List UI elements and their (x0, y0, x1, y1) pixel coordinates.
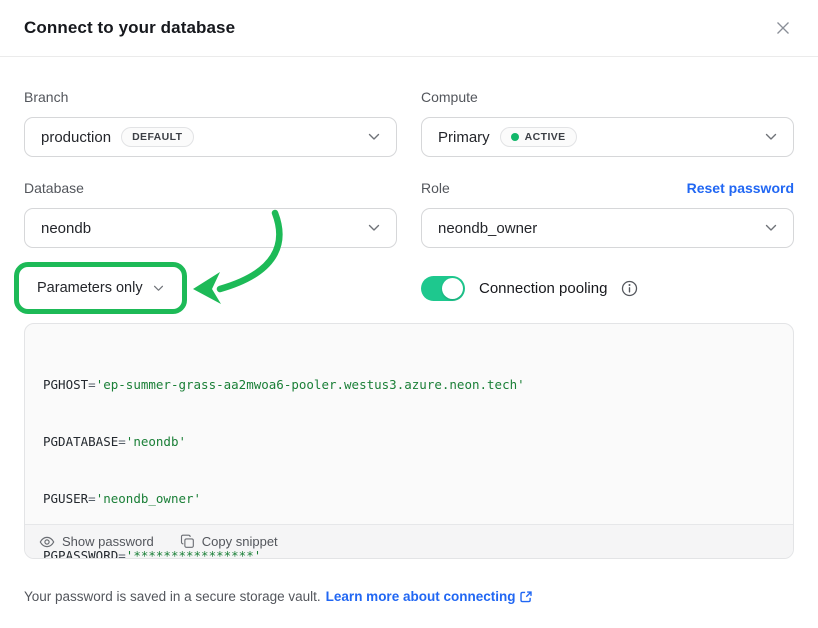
branch-field: Branch production DEFAULT (24, 89, 397, 157)
role-select[interactable]: neondb_owner (421, 208, 794, 248)
role-field: Role Reset password neondb_owner (421, 180, 794, 248)
compute-field: Compute Primary ACTIVE (421, 89, 794, 157)
active-status-dot (511, 133, 519, 141)
compute-select[interactable]: Primary ACTIVE (421, 117, 794, 157)
compute-label: Compute (421, 89, 794, 105)
database-value: neondb (41, 220, 91, 237)
chevron-down-icon (368, 224, 380, 232)
copy-icon (180, 534, 195, 549)
copy-snippet-button[interactable]: Copy snippet (180, 534, 278, 549)
snippet-format-select[interactable]: Parameters only (22, 270, 179, 306)
snippet-code: PGHOST='ep-summer-grass-aa2mwoa6-pooler.… (25, 324, 793, 524)
code-line: PGDATABASE='neondb' (43, 432, 775, 451)
close-icon (775, 20, 791, 36)
dialog-body: Branch production DEFAULT Compute Primar… (0, 57, 818, 604)
eye-icon (39, 534, 55, 550)
show-password-button[interactable]: Show password (39, 534, 154, 550)
info-icon[interactable] (621, 280, 638, 297)
chevron-down-icon (765, 133, 777, 141)
connection-pooling-row: Connection pooling (421, 276, 794, 301)
security-note: Your password is saved in a secure stora… (24, 589, 794, 604)
annotation-highlight-box: Parameters only (14, 262, 187, 314)
code-line: PGHOST='ep-summer-grass-aa2mwoa6-pooler.… (43, 375, 775, 394)
connection-snippet: PGHOST='ep-summer-grass-aa2mwoa6-pooler.… (24, 323, 794, 559)
chevron-down-icon (153, 285, 164, 292)
toggle-knob (442, 278, 463, 299)
database-select[interactable]: neondb (24, 208, 397, 248)
active-badge: ACTIVE (500, 127, 577, 147)
close-button[interactable] (772, 17, 794, 39)
security-note-text: Your password is saved in a secure stora… (24, 589, 321, 604)
reset-password-link[interactable]: Reset password (687, 180, 794, 196)
connection-pooling-toggle[interactable] (421, 276, 465, 301)
dialog-title: Connect to your database (24, 18, 235, 38)
compute-value: Primary (438, 129, 490, 146)
branch-select[interactable]: production DEFAULT (24, 117, 397, 157)
external-link-icon (519, 590, 533, 604)
connect-database-dialog: Connect to your database Branch producti… (0, 0, 818, 628)
default-badge: DEFAULT (121, 127, 193, 147)
branch-value: production (41, 129, 111, 146)
database-field: Database neondb (24, 180, 397, 248)
database-label: Database (24, 180, 397, 196)
role-value: neondb_owner (438, 220, 537, 237)
dialog-header: Connect to your database (0, 0, 818, 57)
role-label: Role (421, 180, 450, 196)
chevron-down-icon (368, 133, 380, 141)
branch-label: Branch (24, 89, 397, 105)
learn-more-link[interactable]: Learn more about connecting (326, 589, 534, 604)
connection-pooling-label: Connection pooling (479, 280, 607, 297)
code-line: PGUSER='neondb_owner' (43, 489, 775, 508)
snippet-format-value: Parameters only (37, 280, 143, 296)
chevron-down-icon (765, 224, 777, 232)
